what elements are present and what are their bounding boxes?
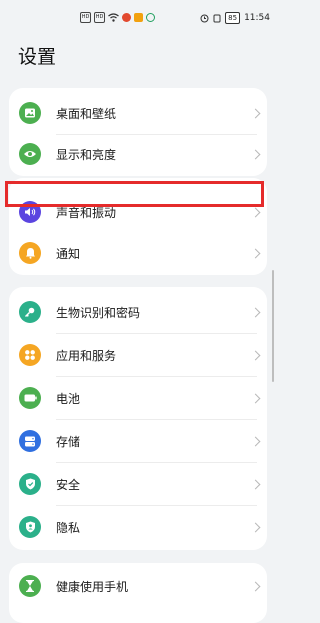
settings-group-system: 生物识别和密码 应用和服务 电池 存储 安全 隐私 — [9, 287, 267, 550]
status-bar: HD HD 85 11:54 — [0, 0, 276, 36]
app-notification-icon — [122, 13, 131, 22]
hourglass-icon — [19, 575, 41, 597]
battery-indicator: 85 — [225, 12, 241, 24]
settings-item-apps[interactable]: 应用和服务 — [9, 336, 267, 374]
storage-icon — [19, 430, 41, 452]
settings-item-notifications[interactable]: 通知 — [9, 234, 267, 272]
bell-icon — [19, 242, 41, 264]
chevron-right-icon — [250, 350, 261, 360]
hd-badge-2: HD — [94, 12, 105, 23]
shield-icon — [19, 473, 41, 495]
divider — [56, 462, 257, 463]
settings-item-label: 桌面和壁纸 — [56, 106, 117, 121]
settings-item-label: 电池 — [56, 391, 81, 406]
settings-item-wallpaper[interactable]: 桌面和壁纸 — [9, 94, 267, 132]
privacy-icon — [19, 516, 41, 538]
page-title: 设置 — [18, 46, 57, 68]
vpn-notification-icon — [146, 13, 155, 22]
wallpaper-icon — [19, 102, 41, 124]
settings-item-label: 生物识别和密码 — [56, 305, 141, 320]
wifi-icon — [108, 13, 119, 22]
status-left-icons: HD HD — [80, 12, 155, 23]
settings-item-battery[interactable]: 电池 — [9, 379, 267, 417]
settings-item-storage[interactable]: 存储 — [9, 422, 267, 460]
settings-item-display[interactable]: 显示和亮度 — [9, 135, 267, 173]
clock: 11:54 — [244, 13, 270, 23]
chevron-right-icon — [250, 436, 261, 446]
chevron-right-icon — [250, 149, 261, 159]
chevron-right-icon — [250, 207, 261, 217]
mute-icon — [213, 14, 221, 22]
chevron-right-icon — [250, 108, 261, 118]
battery-icon — [19, 387, 41, 409]
chevron-right-icon — [250, 393, 261, 403]
settings-group-display: 桌面和壁纸 显示和亮度 — [9, 88, 267, 176]
settings-item-digital-balance[interactable]: 健康使用手机 — [9, 567, 267, 605]
divider — [56, 333, 257, 334]
eye-icon — [19, 143, 41, 165]
divider — [56, 505, 257, 506]
scrollbar[interactable] — [272, 270, 274, 382]
settings-group-wellbeing: 健康使用手机 — [9, 563, 267, 623]
settings-item-label: 应用和服务 — [56, 348, 117, 363]
chevron-right-icon — [250, 248, 261, 258]
settings-item-label: 隐私 — [56, 520, 81, 535]
key-icon — [19, 301, 41, 323]
settings-item-security[interactable]: 安全 — [9, 465, 267, 503]
settings-item-label: 健康使用手机 — [56, 579, 129, 594]
settings-item-privacy[interactable]: 隐私 — [9, 508, 267, 546]
apps-icon — [19, 344, 41, 366]
hd-badge: HD — [80, 12, 91, 23]
settings-item-label: 安全 — [56, 477, 81, 492]
chevron-right-icon — [250, 581, 261, 591]
chevron-right-icon — [250, 522, 261, 532]
settings-item-label: 通知 — [56, 246, 81, 261]
message-notification-icon — [134, 13, 143, 22]
settings-item-label: 存储 — [56, 434, 81, 449]
alarm-icon — [200, 14, 209, 22]
highlight-box — [5, 181, 264, 207]
settings-item-label: 显示和亮度 — [56, 147, 117, 162]
divider — [56, 419, 257, 420]
chevron-right-icon — [250, 307, 261, 317]
divider — [56, 376, 257, 377]
chevron-right-icon — [250, 479, 261, 489]
settings-item-biometrics[interactable]: 生物识别和密码 — [9, 293, 267, 331]
status-right-icons: 85 11:54 — [200, 12, 270, 24]
